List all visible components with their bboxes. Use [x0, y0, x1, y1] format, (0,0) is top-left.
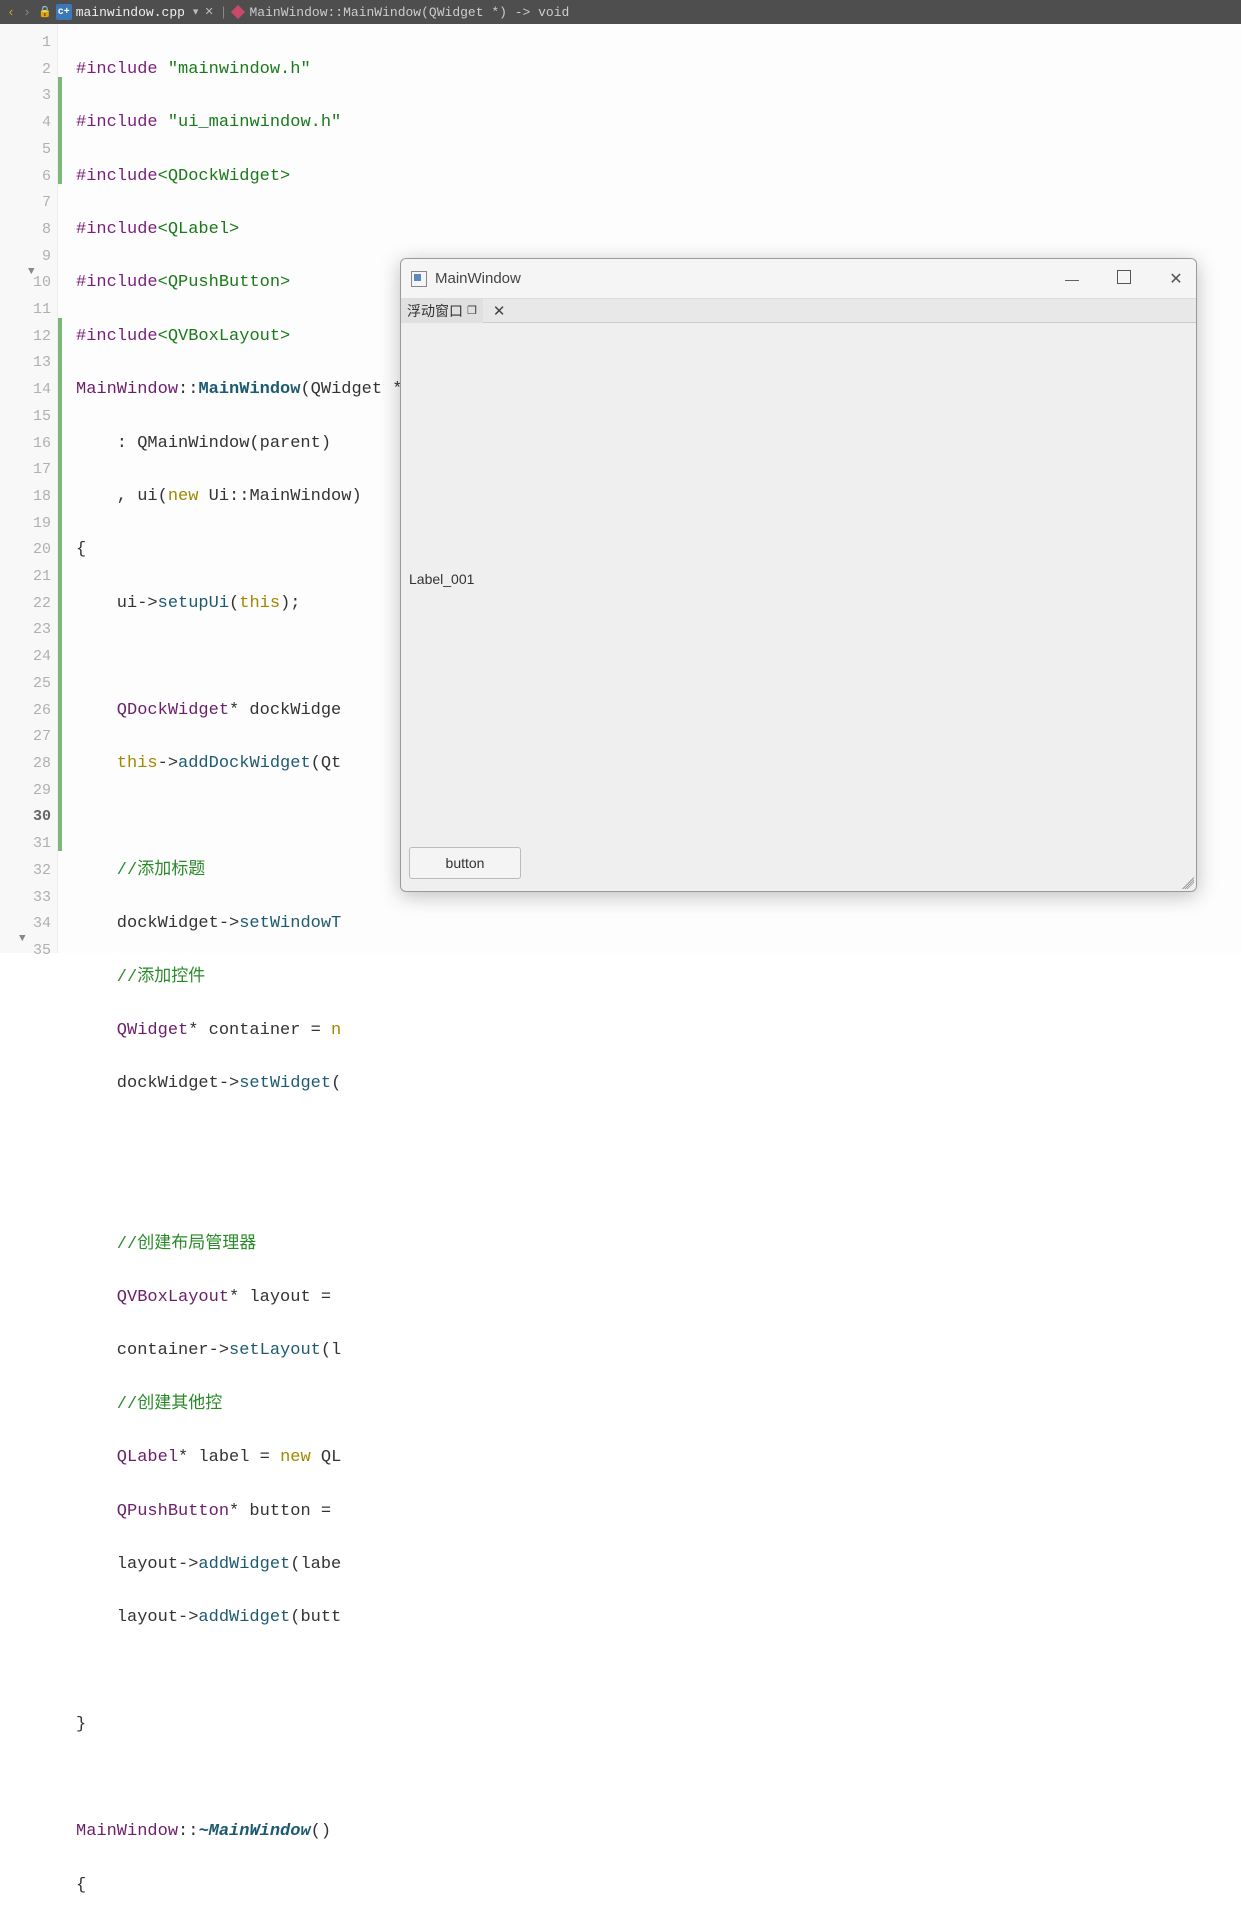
line-number: 24 — [0, 644, 51, 671]
lock-icon: 🔒 — [38, 5, 52, 19]
line-number: 30 — [0, 804, 51, 831]
line-number: 3 — [0, 83, 51, 110]
line-number: 11 — [0, 297, 51, 324]
nav-arrows: ‹ › — [4, 5, 34, 20]
line-number: 23 — [0, 617, 51, 644]
line-number: 14 — [0, 377, 51, 404]
qt-titlebar[interactable]: MainWindow — [401, 259, 1196, 299]
line-number: 12 — [0, 324, 51, 351]
tab-dropdown-icon[interactable]: ▾ — [193, 5, 199, 19]
minimize-button[interactable] — [1060, 271, 1084, 287]
line-number: 32 — [0, 858, 51, 885]
maximize-button[interactable] — [1117, 270, 1131, 284]
line-number: 19 — [0, 511, 51, 538]
line-number: 10 — [0, 270, 51, 297]
qt-window-buttons — [1060, 269, 1188, 289]
tab-actions: ▾ ✕ — [193, 5, 214, 19]
line-number: 7 — [0, 190, 51, 217]
line-number: ▼34 — [0, 911, 51, 938]
line-number: ▼9 — [0, 244, 51, 271]
line-number: 25 — [0, 671, 51, 698]
line-number: 26 — [0, 698, 51, 725]
line-number: 21 — [0, 564, 51, 591]
line-number: 33 — [0, 885, 51, 912]
line-number: 28 — [0, 751, 51, 778]
cpp-file-icon: c+ — [56, 4, 72, 20]
line-number: 13 — [0, 350, 51, 377]
line-number: 18 — [0, 484, 51, 511]
qt-dock-title: 浮动窗口❐ — [401, 299, 483, 323]
line-number: 2 — [0, 57, 51, 84]
nav-back-icon[interactable]: ‹ — [4, 5, 18, 20]
qt-push-button[interactable]: button — [409, 847, 521, 879]
line-number: 1 — [0, 30, 51, 57]
qt-main-window[interactable]: MainWindow 浮动窗口❐ ✕ Label_001 button — [400, 258, 1197, 892]
line-number: 6 — [0, 164, 51, 191]
symbol-icon — [231, 5, 245, 19]
line-number: 27 — [0, 724, 51, 751]
ide-titlebar: ‹ › 🔒 c+ mainwindow.cpp ▾ ✕ | MainWindow… — [0, 0, 1241, 24]
line-number: 4 — [0, 110, 51, 137]
line-number: 20 — [0, 537, 51, 564]
resize-grip-icon[interactable] — [1182, 877, 1194, 889]
line-number: 8 — [0, 217, 51, 244]
qt-window-title: MainWindow — [435, 270, 521, 287]
tab-close-icon[interactable]: ✕ — [204, 5, 213, 19]
qt-dock-body: Label_001 button — [401, 323, 1196, 891]
nav-forward-icon[interactable]: › — [20, 5, 34, 20]
line-number: 15 — [0, 404, 51, 431]
line-number: 22 — [0, 591, 51, 618]
breadcrumb-label[interactable]: MainWindow::MainWindow(QWidget *) -> voi… — [249, 5, 569, 20]
close-button[interactable] — [1164, 269, 1188, 289]
line-number: 35 — [0, 938, 51, 965]
line-number: 16 — [0, 431, 51, 458]
breadcrumb-separator: | — [220, 5, 228, 20]
line-number: 5 — [0, 137, 51, 164]
filename-label[interactable]: mainwindow.cpp — [76, 5, 185, 20]
dock-close-icon[interactable]: ✕ — [493, 302, 506, 320]
qt-label: Label_001 — [409, 571, 474, 587]
qt-dock-header[interactable]: 浮动窗口❐ ✕ — [401, 299, 1196, 323]
qt-app-icon — [411, 271, 427, 287]
line-number: 17 — [0, 457, 51, 484]
dock-float-icon[interactable]: ❐ — [467, 304, 477, 317]
line-number: 29 — [0, 778, 51, 805]
line-number-gutter: 1 2 3 4 5 6 7 8 ▼9 10 11 12 13 14 15 16 … — [0, 24, 58, 953]
line-number: 31 — [0, 831, 51, 858]
